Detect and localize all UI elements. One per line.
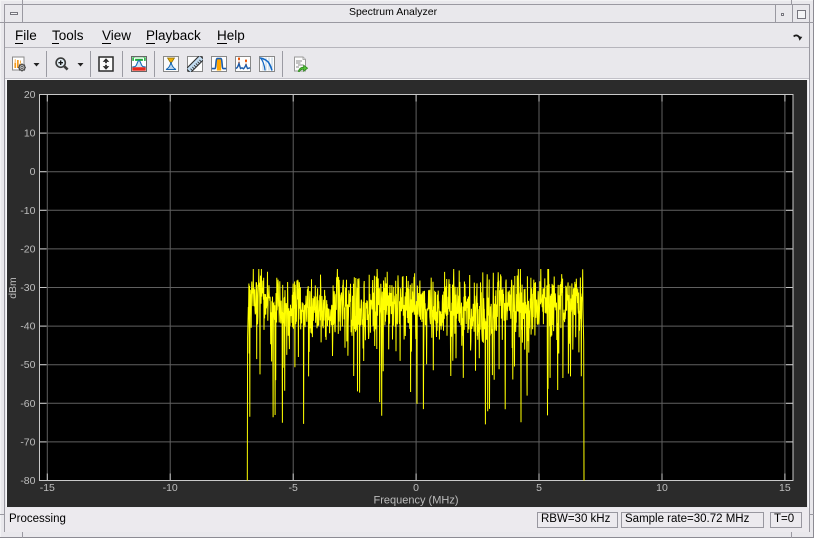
svg-text:-50: -50 [20,359,35,371]
svg-text:-15: -15 [40,482,55,494]
svg-text:-10: -10 [20,205,35,217]
svg-text:15: 15 [779,482,791,494]
svg-text:10: 10 [24,128,36,140]
svg-text:10: 10 [656,482,668,494]
svg-text:-70: -70 [20,436,35,448]
svg-text:0: 0 [30,166,36,178]
svg-text:-5: -5 [289,482,298,494]
svg-text:Frequency (MHz): Frequency (MHz) [374,495,459,507]
svg-text:-20: -20 [20,243,35,255]
svg-text:-60: -60 [20,398,35,410]
svg-text:20: 20 [24,89,36,101]
svg-text:-30: -30 [20,282,35,294]
svg-text:-10: -10 [163,482,178,494]
svg-text:0: 0 [413,482,419,494]
svg-text:-40: -40 [20,321,35,333]
svg-text:dBm: dBm [7,277,19,299]
svg-text:-80: -80 [20,475,35,487]
svg-text:5: 5 [536,482,542,494]
